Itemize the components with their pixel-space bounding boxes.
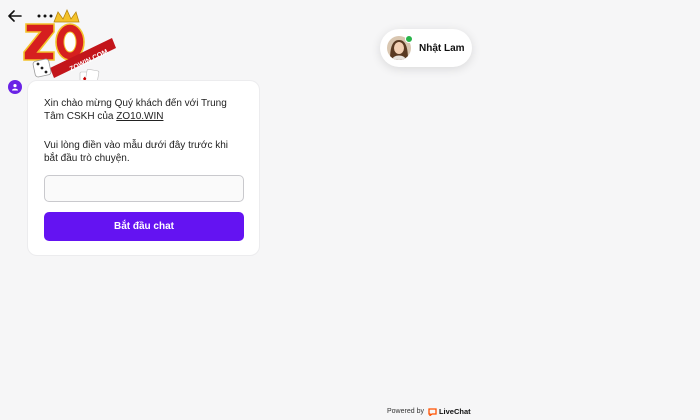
agent-avatar xyxy=(387,35,413,60)
agent-badge[interactable]: Nhật Lam xyxy=(380,29,472,67)
agent-name: Nhật Lam xyxy=(419,42,465,54)
welcome-form-card: Xin chào mừng Quý khách đến với Trung Tâ… xyxy=(27,80,260,256)
start-chat-button[interactable]: Bắt đầu chat xyxy=(44,212,244,241)
online-status-dot xyxy=(405,35,413,43)
bot-avatar-icon xyxy=(8,80,22,94)
livechat-brand-label: LiveChat xyxy=(438,407,471,416)
form-prompt: Vui lòng điền vào mẫu dưới đây trước khi… xyxy=(44,140,228,164)
welcome-message: Xin chào mừng Quý khách đến với Trung Tâ… xyxy=(44,97,243,123)
livechat-brand[interactable]: LiveChat xyxy=(428,407,471,416)
prechat-input[interactable] xyxy=(44,175,244,202)
welcome-link[interactable]: ZO10.WIN xyxy=(116,111,163,122)
powered-by-label: Powered by xyxy=(387,408,424,415)
powered-by-footer: Powered by LiveChat xyxy=(387,407,471,416)
brand-logo: ZOWIN.COM ♦ xyxy=(20,8,120,88)
livechat-logo-icon xyxy=(428,407,437,416)
